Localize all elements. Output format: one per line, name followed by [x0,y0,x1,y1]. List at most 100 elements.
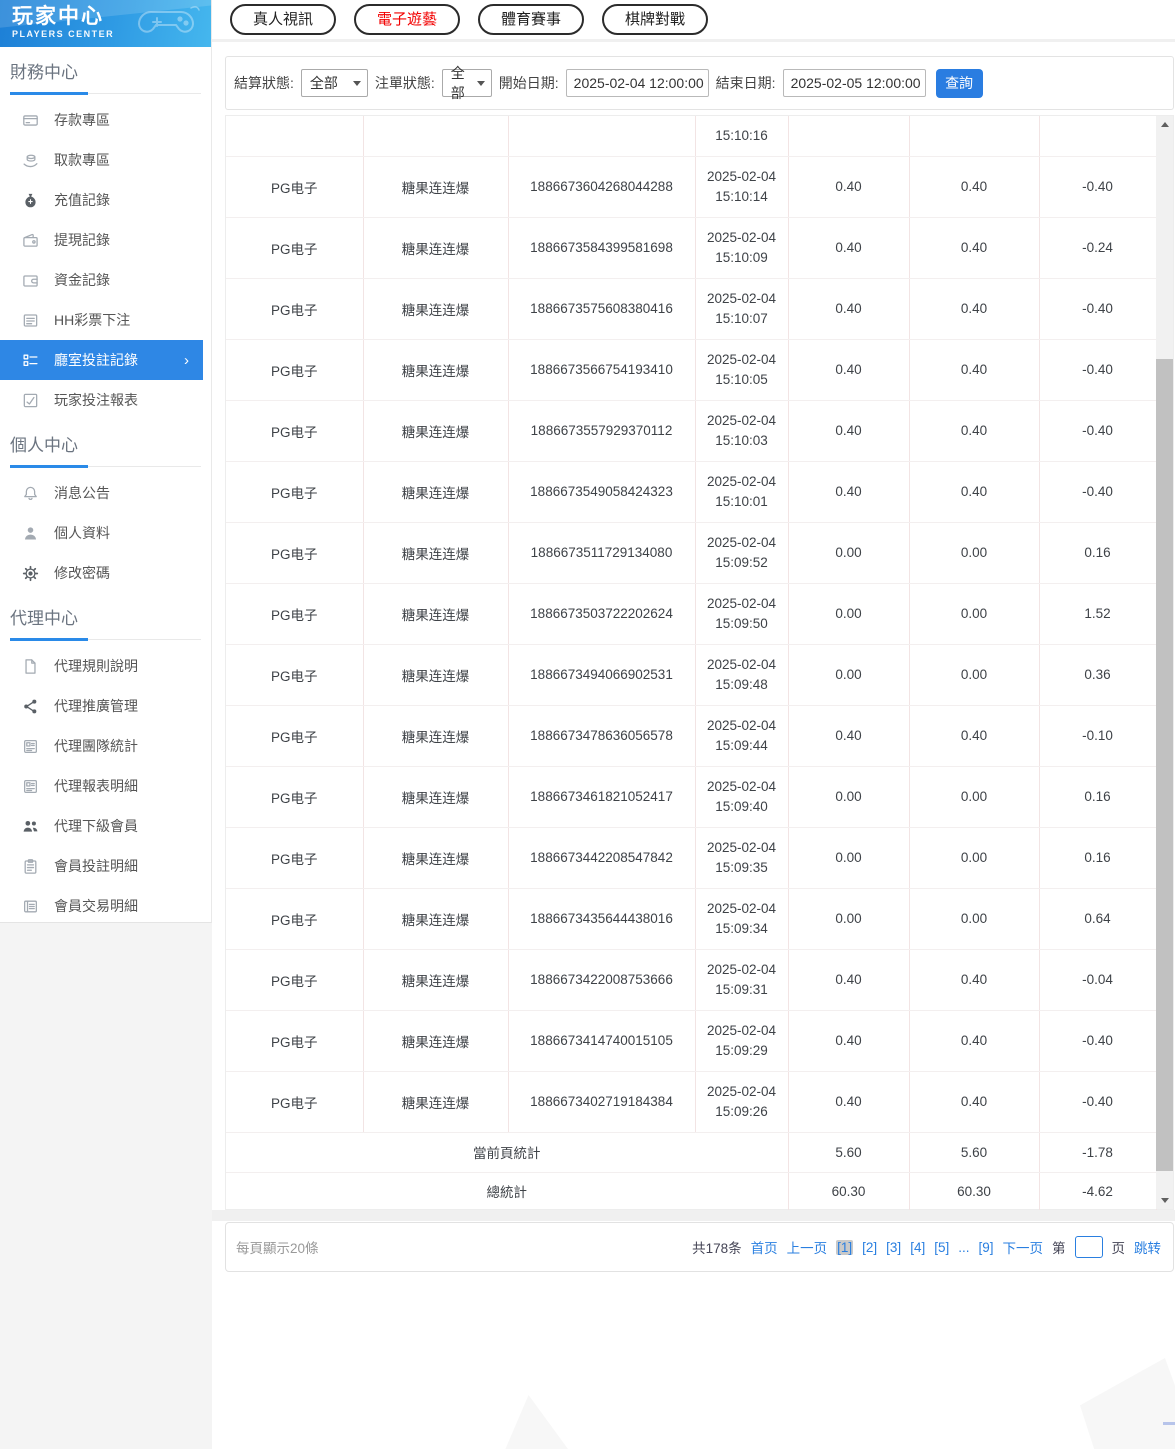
winloss-cell: 0.36 [1039,644,1157,706]
table-row: PG电子 糖果连连爆 1886673478636056578 2025-02-0… [226,705,1157,767]
winloss-cell: -0.40 [1039,278,1157,340]
page-link[interactable]: [4] [910,1240,925,1255]
order-status-select[interactable]: 全部 [441,65,492,101]
table-row: PG电子 糖果连连爆 1886673503722202624 2025-02-0… [226,583,1157,645]
page-summary-label: 當前頁統計 [226,1132,789,1173]
game-cell: 糖果连连爆 [363,217,509,279]
sidebar-item[interactable]: 代理規則說明 › [0,646,203,686]
section-divider [10,92,201,95]
sidebar-item[interactable]: 代理報表明細 › [0,766,203,806]
page-link[interactable]: [1] [836,1239,854,1255]
tab-button[interactable]: 真人視訊 [230,4,337,35]
end-date-input[interactable]: 2025-02-05 12:00:00 [782,69,926,97]
game-cell: 糖果连连爆 [363,644,509,706]
jump-button[interactable]: 跳转 [1134,1237,1161,1257]
chevron-down-icon [352,80,361,86]
sidebar-item[interactable]: 代理推廣管理 › [0,686,203,726]
scrollbar-thumb[interactable] [1156,359,1173,1171]
sidebar-item[interactable]: 玩家投注報表 › [0,380,203,420]
sidebar-item[interactable]: 代理團隊統計 › [0,726,203,766]
game-cell: 糖果连连爆 [363,827,509,889]
winloss-cell: -0.40 [1039,1010,1157,1072]
watermark-shape [1080,1358,1175,1449]
time-cell: 2025-02-04 15:09:31 [695,949,789,1011]
time-cell: 2025-02-04 15:09:50 [695,583,789,645]
bet-amount-cell: 0.00 [788,827,910,889]
hall-list-icon [22,352,39,369]
sidebar-item[interactable]: 會員交易明細 › [0,886,203,922]
table-row: PG电子 糖果连连爆 1886673575608380416 2025-02-0… [226,278,1157,340]
time-cell: 2025-02-04 15:10:03 [695,400,789,462]
tab-button[interactable]: 電子遊藝 [354,4,461,35]
settle-status-select[interactable]: 全部 [300,69,368,97]
sidebar-item[interactable]: 代理下級會員 › [0,806,203,846]
sidebar-item[interactable]: 個人資料 › [0,513,203,553]
valid-amount-cell: 0.40 [909,400,1040,462]
sidebar-item[interactable]: 存款專區 › [0,100,203,140]
report-card-icon [22,778,39,795]
page-link[interactable]: ... [958,1240,969,1255]
jump-page-input[interactable] [1074,1236,1103,1258]
game-cell: 糖果连连爆 [363,339,509,401]
sidebar-item[interactable]: 消息公告 › [0,473,203,513]
gear-icon [22,565,39,582]
winloss-cell: 0.64 [1039,888,1157,950]
table-row: PG电子 糖果连连爆 1886673566754193410 2025-02-0… [226,339,1157,401]
game-cell: 糖果连连爆 [363,156,509,218]
total-summary-row: 總統計 60.30 60.30 -4.62 [226,1172,1157,1211]
game-cell: 糖果连连爆 [363,1071,509,1133]
sidebar-header: 玩家中心 PLAYERS CENTER [0,0,211,47]
order-number-cell: 1886673604268044288 [508,156,696,218]
bet-amount-cell: 0.40 [788,461,910,523]
time-cell: 2025-02-04 15:09:44 [695,705,789,767]
chevron-right-icon: › [184,351,189,369]
winloss-cell: -0.40 [1039,400,1157,462]
scroll-down-arrow-icon[interactable] [1160,1198,1169,1203]
order-number-cell: 1886673461821052417 [508,766,696,828]
sidebar-item[interactable]: 充值記錄 › [0,180,203,220]
doc-icon [22,658,39,675]
sidebar-item[interactable]: 修改密碼 › [0,553,203,593]
page-link[interactable]: [2] [862,1240,877,1255]
table-row: PG电子 糖果连连爆 1886673402719184384 2025-02-0… [226,1071,1157,1133]
page-link[interactable]: [9] [978,1240,993,1255]
sidebar-item[interactable]: 廳室投註記錄 › [0,340,203,380]
sidebar-item[interactable]: 會員投註明細 › [0,846,203,886]
tab-button[interactable]: 體育賽事 [478,4,585,35]
provider-cell: PG电子 [226,644,364,706]
order-number-cell: 1886673549058424323 [508,461,696,523]
bet-amount-cell: 0.40 [788,1071,910,1133]
tab-button[interactable]: 棋牌對戰 [602,4,709,35]
prev-page-link[interactable]: 上一页 [787,1237,828,1257]
table-row: PG电子 糖果连连爆 1886673584399581698 2025-02-0… [226,217,1157,279]
player-report-icon [22,392,39,409]
money-bag-icon [22,192,39,209]
start-date-input[interactable]: 2025-02-04 12:00:00 [565,69,709,97]
total-count: 共178条 [692,1241,742,1256]
valid-amount-cell: 0.40 [909,1071,1040,1133]
table-row: PG电子 糖果连连爆 1886673422008753666 2025-02-0… [226,949,1157,1011]
vertical-scrollbar[interactable] [1156,116,1173,1209]
valid-amount-cell: 0.00 [909,522,1040,584]
next-page-link[interactable]: 下一页 [1003,1237,1044,1257]
provider-cell: PG电子 [226,461,364,523]
page-link[interactable]: [5] [934,1240,949,1255]
settle-status-label: 結算狀態: [234,75,294,91]
game-cell: 糖果连连爆 [363,888,509,950]
search-button[interactable]: 查詢 [935,68,983,98]
first-page-link[interactable]: 首页 [751,1237,778,1257]
bet-amount-cell: 0.40 [788,400,910,462]
section-header-personal: 個人中心 [10,436,78,455]
sidebar-item[interactable]: 提現記錄 › [0,220,203,260]
sidebar-item[interactable]: 取款專區 › [0,140,203,180]
category-tabs: 真人視訊 電子遊藝 體育賽事 棋牌對戰 [212,0,1175,42]
sidebar-section-finance: 財務中心 存款專區 › 取款專區 › 充值記錄 › 提現記錄 › 資金記錄 › … [0,47,211,420]
winloss-cell: 0.16 [1039,766,1157,828]
scroll-up-arrow-icon[interactable] [1160,122,1169,127]
bet-amount-cell: 0.00 [788,644,910,706]
sidebar-item[interactable]: HH彩票下注 › [0,300,203,340]
provider-cell: PG电子 [226,522,364,584]
game-cell: 糖果连连爆 [363,705,509,767]
sidebar-item[interactable]: 資金記錄 › [0,260,203,300]
page-link[interactable]: [3] [886,1240,901,1255]
